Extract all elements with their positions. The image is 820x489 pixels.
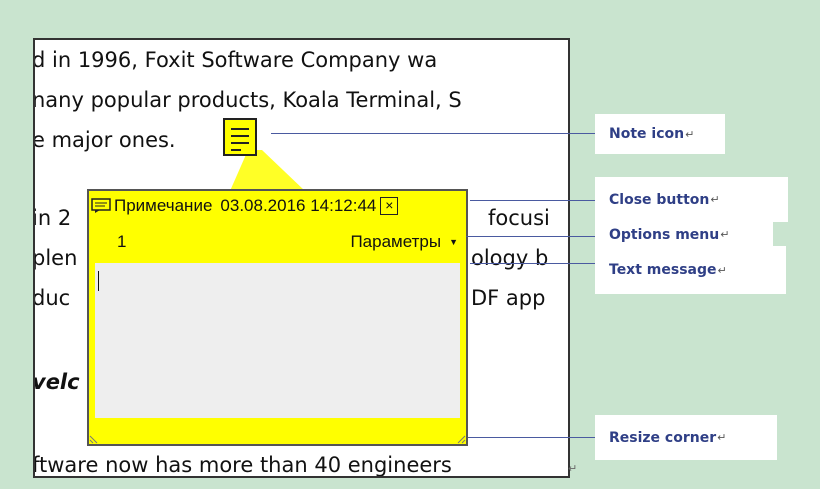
popup-datetime: 03.08.2016 14:12:44 [220, 196, 377, 215]
options-label: Параметры [350, 232, 442, 251]
note-icon[interactable] [223, 118, 257, 156]
note-popup[interactable]: Примечание 03.08.2016 14:12:44 × 1 Парам… [87, 189, 468, 446]
doc-line: in 2 [33, 206, 72, 230]
tutorial-figure: d in 1996, Foxit Software Company wa nan… [0, 0, 820, 489]
popup-header[interactable]: Примечание 03.08.2016 14:12:44 × [91, 193, 464, 219]
resize-corner-left[interactable] [89, 434, 99, 444]
doc-line: ftware now has more than 40 engineers [33, 453, 452, 477]
doc-line: nany popular products, Koala Terminal, S [33, 88, 462, 112]
doc-line: velc [33, 370, 80, 394]
callout-resize-corner: Resize corner ↵ [595, 415, 777, 460]
callout-line-text-message [470, 263, 595, 264]
popup-subheader: 1 Параметры ▼ [117, 231, 458, 253]
doc-line: plen [33, 246, 78, 270]
note-text-area[interactable] [95, 263, 460, 418]
doc-line: focusi [488, 206, 550, 230]
close-button[interactable]: × [380, 197, 399, 215]
callout-line-note-icon [271, 133, 595, 134]
callout-line-resize-corner [468, 437, 595, 438]
comment-icon [91, 198, 111, 213]
callout-note-icon: Note icon ↵ [595, 114, 725, 154]
callout-line-close-button [470, 200, 595, 201]
paragraph-mark: ↵ [568, 462, 578, 475]
doc-line: e major ones. [33, 128, 176, 152]
callout-line-options-menu [466, 236, 595, 237]
popup-title: Примечание [114, 196, 213, 215]
resize-corner[interactable] [456, 434, 466, 444]
callout-close-button: Close button ↵ [595, 177, 788, 222]
doc-line: ology b [471, 246, 549, 270]
text-caret [98, 271, 99, 291]
doc-line: d in 1996, Foxit Software Company wa [33, 48, 438, 72]
callout-text-message: Text message ↵ [595, 246, 786, 294]
doc-line: duc [33, 286, 71, 310]
page-number: 1 [117, 232, 127, 251]
doc-line: DF app [471, 286, 546, 310]
options-menu[interactable]: Параметры ▼ [350, 232, 458, 252]
chevron-down-icon: ▼ [449, 237, 458, 247]
